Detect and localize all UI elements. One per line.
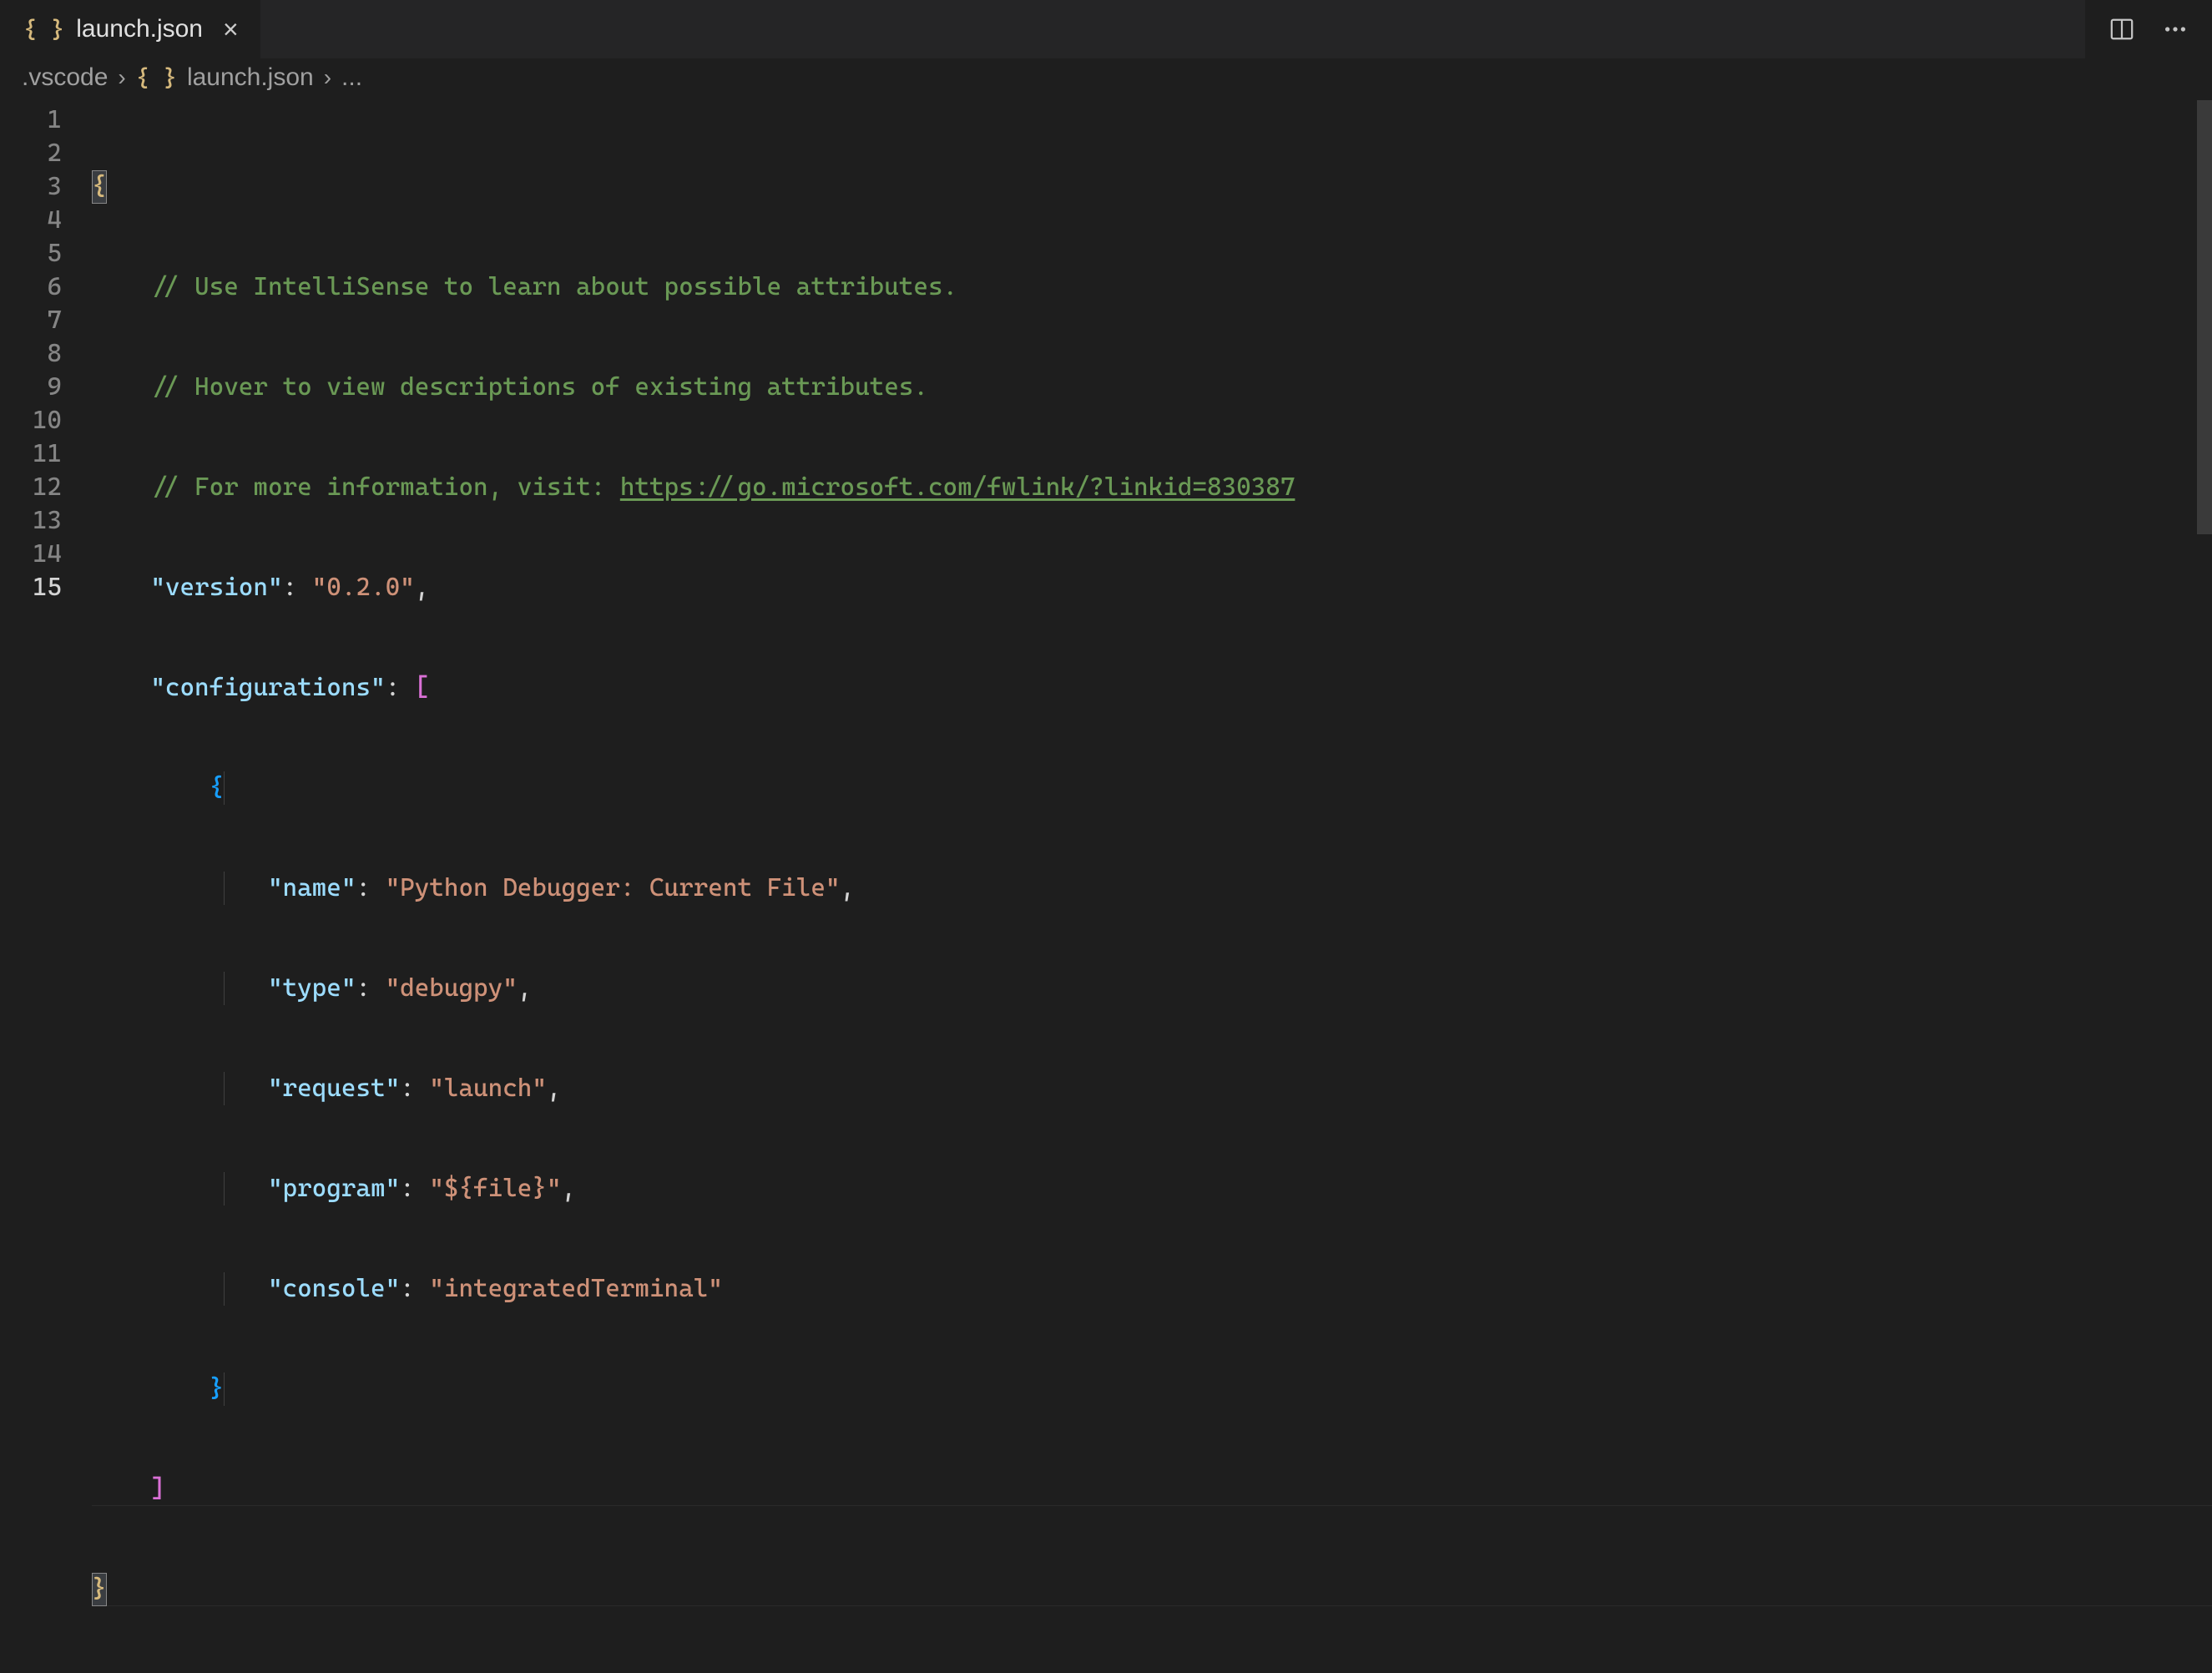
split-editor-icon[interactable] xyxy=(2105,13,2139,46)
doc-link[interactable]: https://go.microsoft.com/fwlink/?linkid=… xyxy=(620,473,1295,502)
line-number: 2 xyxy=(0,137,62,170)
code-line: "name": "Python Debugger: Current File", xyxy=(92,872,2212,905)
chevron-right-icon: › xyxy=(324,64,331,91)
line-number: 5 xyxy=(0,237,62,270)
code-content[interactable]: { // Use IntelliSense to learn about pos… xyxy=(92,104,2212,1673)
tab-bar: { } launch.json × xyxy=(0,0,2085,58)
json-file-icon: { } xyxy=(23,16,64,43)
code-line: } xyxy=(92,1372,2212,1406)
line-number: 12 xyxy=(0,471,62,504)
more-actions-icon[interactable] xyxy=(2159,13,2192,46)
breadcrumb-segment[interactable]: launch.json xyxy=(187,63,314,92)
chevron-right-icon: › xyxy=(118,64,125,91)
json-file-icon: { } xyxy=(136,64,177,92)
close-icon[interactable]: × xyxy=(218,16,244,43)
code-line: "type": "debugpy", xyxy=(92,972,2212,1005)
tab-launch-json[interactable]: { } launch.json × xyxy=(0,0,261,58)
code-line: { xyxy=(92,170,2212,204)
line-number: 9 xyxy=(0,371,62,404)
code-line: ] xyxy=(92,1473,2212,1506)
breadcrumb[interactable]: .vscode › { } launch.json › ... xyxy=(0,58,2212,104)
code-line: "version": "0.2.0", xyxy=(92,571,2212,604)
line-number: 15 xyxy=(0,571,62,604)
code-line: "console": "integratedTerminal" xyxy=(92,1272,2212,1306)
code-line: // Use IntelliSense to learn about possi… xyxy=(92,270,2212,304)
line-number: 4 xyxy=(0,204,62,237)
line-number: 11 xyxy=(0,437,62,471)
line-number: 7 xyxy=(0,304,62,337)
line-number: 10 xyxy=(0,404,62,437)
line-number: 6 xyxy=(0,270,62,304)
line-number: 13 xyxy=(0,504,62,538)
code-line: // Hover to view descriptions of existin… xyxy=(92,371,2212,404)
line-number: 3 xyxy=(0,170,62,204)
code-line: } xyxy=(92,1573,2212,1606)
code-line: // For more information, visit: https://… xyxy=(92,471,2212,504)
scrollbar-thumb[interactable] xyxy=(2197,100,2212,534)
title-bar: { } launch.json × xyxy=(0,0,2212,58)
code-line: "request": "launch", xyxy=(92,1072,2212,1105)
breadcrumb-segment[interactable]: ... xyxy=(341,63,362,92)
code-line: "program": "${file}", xyxy=(92,1172,2212,1205)
line-number: 14 xyxy=(0,538,62,571)
vertical-scrollbar[interactable] xyxy=(2197,58,2212,1102)
tab-filename: launch.json xyxy=(76,15,203,43)
breadcrumb-segment[interactable]: .vscode xyxy=(22,63,108,92)
line-number-gutter: 1 2 3 4 5 6 7 8 9 10 11 12 13 14 15 xyxy=(0,104,92,1673)
code-line: { xyxy=(92,771,2212,805)
code-line: "configurations": [ xyxy=(92,671,2212,705)
code-editor[interactable]: 1 2 3 4 5 6 7 8 9 10 11 12 13 14 15 { //… xyxy=(0,104,2212,1673)
line-number: 8 xyxy=(0,337,62,371)
line-number: 1 xyxy=(0,104,62,137)
editor-actions xyxy=(2085,0,2212,58)
